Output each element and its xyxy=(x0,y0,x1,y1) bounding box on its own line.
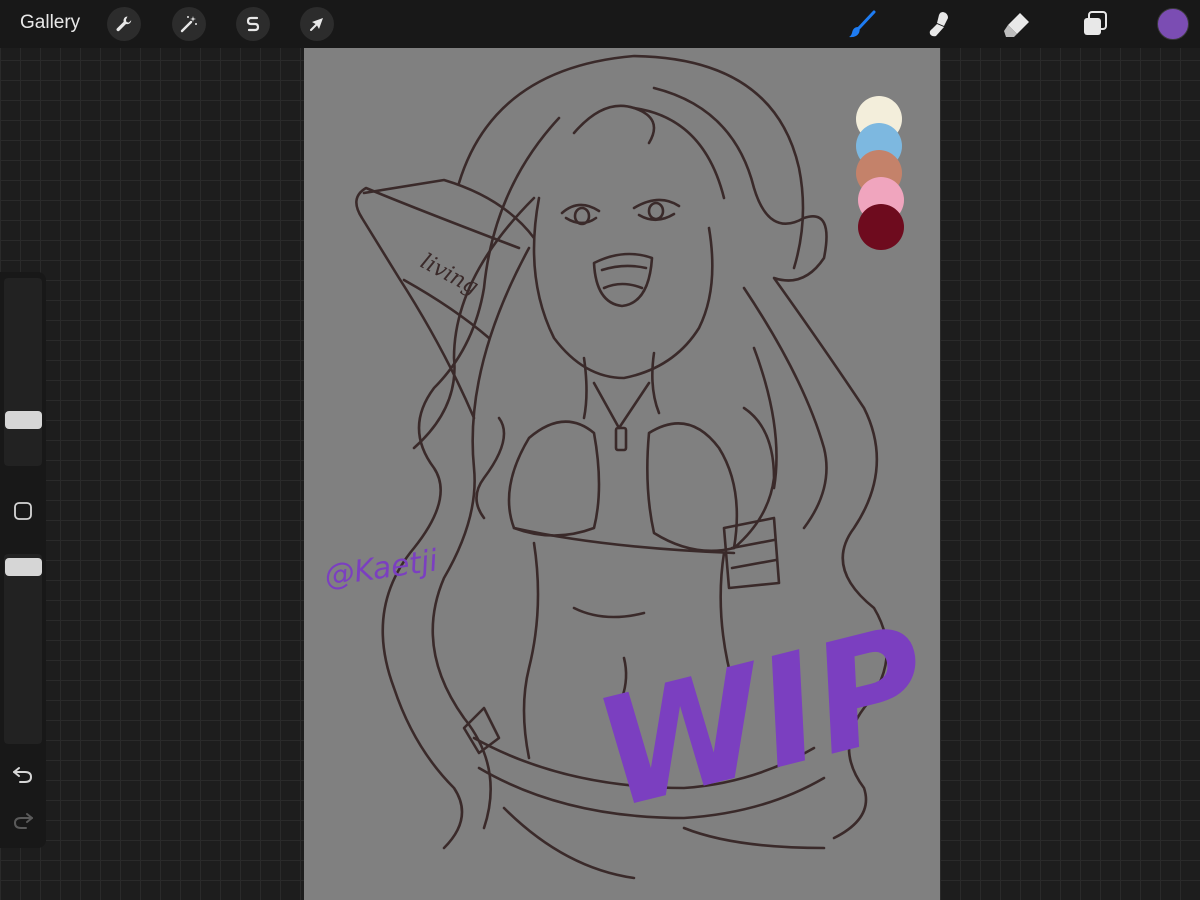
layers-tool-button[interactable] xyxy=(1079,8,1111,40)
layers-icon xyxy=(1084,11,1107,35)
top-toolbar: Gallery xyxy=(0,0,1200,48)
palette-swatch[interactable] xyxy=(858,204,904,250)
actions-button[interactable] xyxy=(107,7,141,41)
undo-icon[interactable] xyxy=(11,762,35,786)
bikini-left-cup xyxy=(507,420,601,537)
gallery-button[interactable]: Gallery xyxy=(20,12,80,34)
halo-outline xyxy=(457,54,805,270)
smudge-icon xyxy=(929,12,948,37)
modify-square-icon[interactable] xyxy=(13,501,33,521)
adjustments-button[interactable] xyxy=(172,7,206,41)
smudge-tool-button[interactable] xyxy=(923,8,955,40)
wrench-icon xyxy=(116,16,132,32)
sketch-artwork: living @Kaetji WIP xyxy=(322,54,940,880)
artist-signature: @Kaetji xyxy=(322,543,440,594)
face-outline xyxy=(532,196,714,380)
brush-size-slider[interactable] xyxy=(4,278,42,466)
opacity-slider[interactable] xyxy=(4,554,42,744)
wip-watermark: WIP xyxy=(581,594,940,843)
color-picker-button[interactable] xyxy=(1157,8,1189,40)
brush-tool-button[interactable] xyxy=(846,8,878,40)
brush-icon xyxy=(849,10,876,38)
transform-button[interactable] xyxy=(300,7,334,41)
brush-size-handle[interactable] xyxy=(5,410,42,429)
mouth-open xyxy=(592,252,654,308)
eraser-tool-button[interactable] xyxy=(1001,8,1033,40)
arrow-cursor-icon xyxy=(310,18,323,31)
selection-s-icon xyxy=(246,16,260,32)
redo-icon[interactable] xyxy=(11,808,35,832)
opacity-handle[interactable] xyxy=(5,558,42,576)
magic-wand-icon xyxy=(180,16,197,33)
eraser-icon xyxy=(1004,13,1029,37)
left-sidebar xyxy=(0,272,46,848)
drawing-canvas[interactable]: living @Kaetji WIP xyxy=(304,48,940,900)
selection-button[interactable] xyxy=(236,7,270,41)
